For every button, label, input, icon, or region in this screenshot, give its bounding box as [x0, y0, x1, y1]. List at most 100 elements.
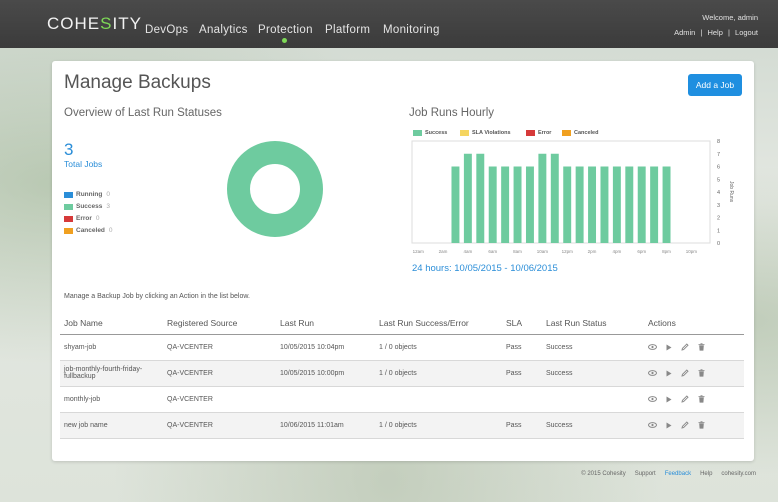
last-run-cell[interactable]: 10/05/2015 10:00pm: [276, 360, 375, 387]
source-cell[interactable]: QA-VCENTER: [163, 386, 276, 413]
y-tick-label: 6: [717, 165, 720, 171]
user-links: Admin | Help | Logout: [674, 28, 758, 37]
source-cell[interactable]: QA-VCENTER: [163, 334, 276, 361]
support-link[interactable]: Support: [635, 471, 656, 477]
objects-cell: 1 / 0 objects: [375, 334, 502, 361]
objects-cell: 1 / 0 objects: [375, 360, 502, 387]
col-job-name[interactable]: Job Name: [60, 312, 163, 335]
active-nav-indicator: [282, 38, 287, 43]
bar-success-5am: [476, 153, 485, 243]
play-icon[interactable]: [666, 344, 672, 351]
edit-icon[interactable]: [681, 369, 689, 377]
job-name-cell[interactable]: new job name: [60, 412, 163, 439]
y-tick-label: 7: [717, 152, 720, 158]
x-tick-label: 12am: [413, 249, 425, 254]
table-hint: Manage a Backup Job by clicking an Actio…: [64, 293, 250, 300]
status-cell: Success: [542, 412, 644, 439]
actions-cell: [644, 386, 744, 413]
help-footer-link[interactable]: Help: [700, 471, 712, 477]
top-nav: COHESITY DevOps Analytics Protection Pla…: [0, 0, 778, 48]
play-icon[interactable]: [666, 422, 672, 429]
x-tick-label: 8pm: [662, 249, 671, 254]
bar-success-8am: [513, 166, 522, 243]
trash-icon[interactable]: [698, 369, 705, 377]
jobs-table: Job Name Registered Source Last Run Last…: [60, 312, 744, 439]
feedback-link[interactable]: Feedback: [665, 471, 691, 477]
col-registered-source[interactable]: Registered Source: [163, 312, 276, 335]
copyright: © 2015 Cohesity: [581, 471, 626, 477]
y-tick-label: 1: [717, 228, 720, 234]
admin-link[interactable]: Admin: [674, 28, 695, 37]
x-tick-label: 10pm: [686, 249, 698, 254]
donut-slice-success: [227, 141, 323, 237]
bar-success-5pm: [625, 166, 634, 243]
chart-legend-sla: SLA Violations: [460, 130, 511, 136]
manage-backups-panel: Manage Backups Add a Job Overview of Las…: [52, 61, 754, 461]
objects-cell: [375, 386, 502, 413]
action-icons: [648, 369, 740, 377]
job-name-cell[interactable]: job-monthly-fourth-friday-fullbackup: [60, 360, 163, 387]
total-jobs-label: Total Jobs: [64, 159, 103, 169]
x-tick-label: 6am: [488, 249, 497, 254]
legend-swatch: [64, 203, 73, 210]
bar-success-12pm: [563, 166, 572, 243]
trash-icon[interactable]: [698, 343, 705, 351]
add-job-button[interactable]: Add a Job: [688, 74, 742, 96]
nav-monitoring[interactable]: Monitoring: [383, 24, 440, 36]
overview-title: Overview of Last Run Statuses: [64, 107, 222, 119]
y-tick-label: 0: [717, 241, 720, 247]
hourly-title: Job Runs Hourly: [409, 107, 495, 119]
last-run-cell[interactable]: 10/06/2015 11:01am: [276, 412, 375, 439]
edit-icon[interactable]: [681, 395, 689, 403]
nav-devops[interactable]: DevOps: [145, 24, 188, 36]
trash-icon[interactable]: [698, 395, 705, 403]
play-icon[interactable]: [666, 370, 672, 377]
edit-icon[interactable]: [681, 421, 689, 429]
trash-icon[interactable]: [698, 421, 705, 429]
eye-icon[interactable]: [648, 370, 657, 376]
legend-success: Success 3: [64, 203, 110, 210]
x-tick-label: 8am: [513, 249, 522, 254]
help-link[interactable]: Help: [707, 28, 722, 37]
source-cell[interactable]: QA-VCENTER: [163, 412, 276, 439]
x-tick-label: 10am: [537, 249, 549, 254]
nav-platform[interactable]: Platform: [325, 24, 370, 36]
edit-icon[interactable]: [681, 343, 689, 351]
objects-cell: 1 / 0 objects: [375, 412, 502, 439]
job-name-cell[interactable]: monthly-job: [60, 386, 163, 413]
nav-protection[interactable]: Protection: [258, 24, 313, 36]
x-tick-label: 2am: [439, 249, 448, 254]
logout-link[interactable]: Logout: [735, 28, 758, 37]
bar-success-7am: [501, 166, 510, 243]
source-cell[interactable]: QA-VCENTER: [163, 360, 276, 387]
action-icons: [648, 395, 740, 403]
col-last-run[interactable]: Last Run: [276, 312, 375, 335]
col-last-run-status[interactable]: Last Run Status: [542, 312, 644, 335]
table-row: new job name QA-VCENTER 10/06/2015 11:01am…: [60, 412, 744, 439]
nav-analytics[interactable]: Analytics: [199, 24, 248, 36]
col-last-run-success-error[interactable]: Last Run Success/Error: [375, 312, 502, 335]
eye-icon[interactable]: [648, 396, 657, 402]
play-icon[interactable]: [666, 396, 672, 403]
eye-icon[interactable]: [648, 422, 657, 428]
time-range-label[interactable]: 24 hours: 10/05/2015 - 10/06/2015: [412, 263, 558, 274]
x-tick-label: 4pm: [612, 249, 621, 254]
col-sla[interactable]: SLA: [502, 312, 542, 335]
job-name-cell[interactable]: shyam-job: [60, 334, 163, 361]
legend-error: Error 0: [64, 215, 100, 222]
last-run-cell[interactable]: 10/05/2015 10:04pm: [276, 334, 375, 361]
table-row: monthly-job QA-VCENTER: [60, 386, 744, 413]
bar-success-6am: [488, 166, 497, 243]
y-axis-label: Job Runs: [728, 181, 734, 203]
cohesity-logo[interactable]: COHESITY: [47, 14, 142, 34]
eye-icon[interactable]: [648, 344, 657, 350]
sla-cell: Pass: [502, 360, 542, 387]
bar-success-6pm: [637, 166, 646, 243]
x-tick-label: 12pm: [562, 249, 574, 254]
footer: © 2015 Cohesity Support Feedback Help co…: [581, 471, 756, 477]
bar-success-3pm: [600, 166, 609, 243]
cohesity-site-link[interactable]: cohesity.com: [721, 471, 756, 477]
bar-success-10am: [538, 153, 547, 243]
legend-swatch: [64, 227, 73, 234]
total-jobs-count: 3: [64, 140, 74, 159]
